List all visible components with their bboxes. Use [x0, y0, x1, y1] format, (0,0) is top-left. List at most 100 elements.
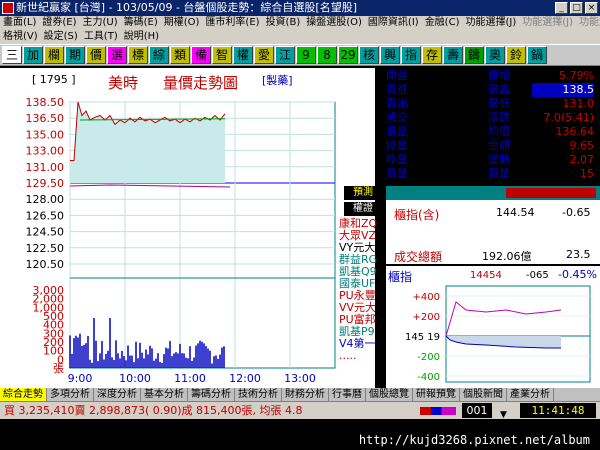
info-label2-0: 振幅: [488, 69, 510, 82]
tab-1[interactable]: 多項分析: [47, 388, 94, 401]
tab-2[interactable]: 深度分析: [94, 388, 141, 401]
toolbar-button-23[interactable]: 奧: [485, 46, 505, 64]
info-row-0: 開盤 132.0 振幅 5.79%: [386, 69, 600, 83]
info-label-7: 買量: [386, 167, 408, 180]
tab-5[interactable]: 技術分析: [235, 388, 282, 401]
menu-item-11[interactable]: 功能選擇(J): [519, 16, 576, 30]
menu-item-7[interactable]: 操盤選股(O): [303, 16, 365, 30]
otc-index-value: 144.54: [496, 206, 535, 219]
toolbar-button-17[interactable]: 核: [359, 46, 379, 64]
time-tick-4: 13:00: [284, 372, 316, 385]
menu-item-4[interactable]: 期權(O): [161, 16, 203, 30]
info-label2-6: 變動: [488, 153, 510, 166]
menu2-item-2[interactable]: 工具(T): [81, 30, 121, 44]
mini-tick-2: 145 19: [405, 332, 440, 343]
toolbar: 三加欄期價選標綜類備智權愛江 9 8 29 核興指存壽鑄奧鈴鍋: [0, 44, 600, 66]
app-icon: [2, 2, 14, 14]
info-value2-4: 136.64: [555, 125, 595, 138]
close-icon[interactable]: ×: [585, 2, 598, 14]
mini-index-svg: +400 +200 145 19 -200 -400: [405, 285, 591, 383]
info-value2-3: 7.0(5.41): [543, 111, 594, 124]
info-label2-5: 金額: [488, 139, 510, 152]
mini-index-chart: 櫃指 14454 -065 -0.45% +400 +200 145 19 -200-…: [386, 266, 600, 388]
chart-svg: 138.50 136.50 135.00 133.00 131.00 129.50 128.…: [26, 96, 336, 385]
menu2-item-1[interactable]: 設定(S): [41, 30, 81, 44]
turnover-value: 192.06億: [482, 250, 532, 263]
stock-code-text: 1795: [39, 73, 68, 86]
toolbar-button-20[interactable]: 存: [422, 46, 442, 64]
price-tick-8: 124.50: [26, 226, 65, 239]
toolbar-button-3[interactable]: 期: [65, 46, 85, 64]
menu-item-2[interactable]: 主力(U): [80, 16, 121, 30]
toolbar-button-22[interactable]: 鑄: [464, 46, 484, 64]
tab-7[interactable]: 行事曆: [329, 388, 366, 401]
toolbar-button-14[interactable]: 9: [296, 46, 316, 64]
toolbar-button-16[interactable]: 29: [338, 46, 358, 64]
info-row-6: 昨量 3,408 變動 2.07: [386, 153, 600, 167]
menu-item-12[interactable]: 功能選擇: [576, 16, 600, 30]
toolbar-button-25[interactable]: 鍋: [527, 46, 547, 64]
index-panel: 櫃指(含) 144.54 -0.65 成交總額 192.06億 23.5: [386, 200, 600, 266]
activity-indicator: [420, 407, 456, 415]
tab-10[interactable]: 個股新聞: [460, 388, 507, 401]
turnover-label: 成交總額: [394, 250, 443, 264]
toolbar-button-18[interactable]: 興: [380, 46, 400, 64]
info-value-4: 1: [475, 125, 482, 138]
toolbar-button-9[interactable]: 備: [191, 46, 211, 64]
stock-name: 美時: [108, 74, 139, 92]
info-row-2: 賣出 136.5 最低 131.0: [386, 97, 600, 111]
time-tick-2: 11:00: [174, 372, 206, 385]
mini-index-change: -065: [526, 270, 549, 281]
price-tick-4: 131.00: [26, 161, 65, 174]
toolbar-button-21[interactable]: 壽: [443, 46, 463, 64]
toolbar-button-10[interactable]: 智: [212, 46, 232, 64]
menu-item-8[interactable]: 國際資訊(I): [365, 16, 422, 30]
toolbar-button-6[interactable]: 標: [128, 46, 148, 64]
menu-item-1[interactable]: 證券(E): [39, 16, 79, 30]
menu-item-10[interactable]: 功能選擇(J): [462, 16, 519, 30]
tab-3[interactable]: 基本分析: [141, 388, 188, 401]
menu-item-5[interactable]: 匯市利率(E): [202, 16, 262, 30]
tab-0[interactable]: 綜合走勢: [0, 388, 47, 401]
tab-11[interactable]: 產業分析: [507, 388, 554, 401]
info-label2-3: 漲跌: [488, 111, 510, 124]
toolbar-button-0[interactable]: 三: [2, 46, 22, 64]
info-label-5: 總量: [386, 139, 408, 152]
info-value-3: 136.5: [450, 111, 483, 124]
toolbar-button-19[interactable]: 指: [401, 46, 421, 64]
info-label-2: 賣出: [386, 97, 408, 110]
mini-tick-4: -400: [417, 372, 440, 383]
warrant-item-11[interactable]: .....: [339, 350, 383, 362]
menu-item-6[interactable]: 投資(B): [263, 16, 304, 30]
mini-frame: [445, 285, 591, 383]
toolbar-button-13[interactable]: 江: [275, 46, 295, 64]
toolbar-button-24[interactable]: 鈴: [506, 46, 526, 64]
toolbar-button-2[interactable]: 欄: [44, 46, 64, 64]
warrant-button[interactable]: 權證: [344, 202, 382, 216]
turnover-change: 23.5: [566, 248, 591, 261]
tab-6[interactable]: 財務分析: [282, 388, 329, 401]
industry-tag: [製藥]: [262, 74, 293, 87]
toolbar-button-12[interactable]: 愛: [254, 46, 274, 64]
minimize-icon[interactable]: _: [555, 2, 568, 14]
tab-8[interactable]: 個股總覽: [366, 388, 413, 401]
menu2-item-3[interactable]: 說明(H): [121, 30, 162, 44]
info-value-6: 3,408: [450, 153, 483, 166]
menu-item-0[interactable]: 畫面(L): [0, 16, 39, 30]
menu-item-9[interactable]: 金融(C): [422, 16, 463, 30]
tab-9[interactable]: 研報預覽: [413, 388, 460, 401]
toolbar-button-7[interactable]: 綜: [149, 46, 169, 64]
toolbar-button-11[interactable]: 權: [233, 46, 253, 64]
menu-item-3[interactable]: 籌碼(E): [121, 16, 161, 30]
menu2-item-0[interactable]: 格視(V): [0, 30, 41, 44]
toolbar-button-1[interactable]: 加: [23, 46, 43, 64]
toolbar-button-15[interactable]: 8: [317, 46, 337, 64]
toolbar-button-4[interactable]: 價: [86, 46, 106, 64]
info-value2-7: 15: [580, 167, 594, 180]
toolbar-button-5[interactable]: 選: [107, 46, 127, 64]
toolbar-button-8[interactable]: 類: [170, 46, 190, 64]
tab-4[interactable]: 籌碼分析: [188, 388, 235, 401]
maximize-icon[interactable]: □: [570, 2, 583, 14]
predict-button[interactable]: 預測: [344, 186, 382, 200]
status-spacer: [0, 419, 600, 431]
